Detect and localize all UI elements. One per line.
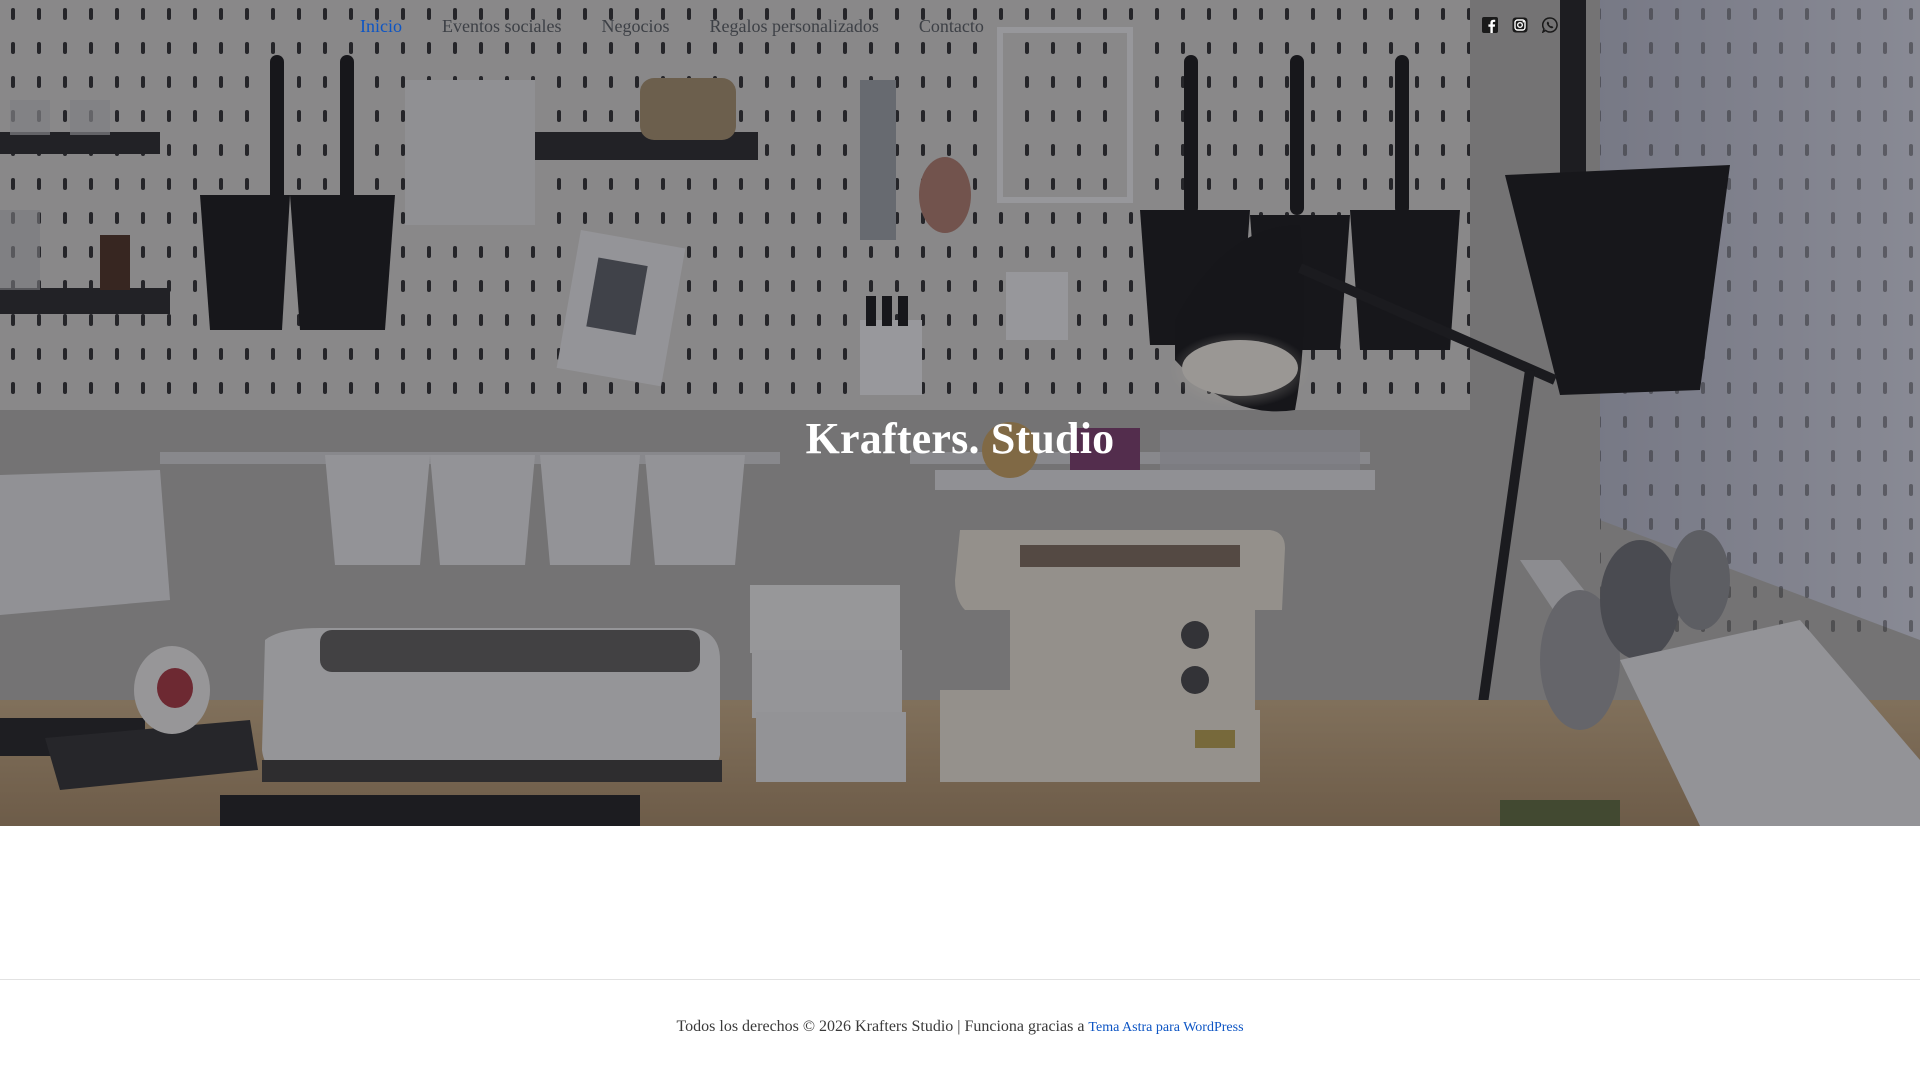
social-icons xyxy=(1482,17,1572,33)
main-navigation: Inicio Eventos sociales Negocios Regalos… xyxy=(360,12,1024,40)
hero-banner: Krafters. Studio xyxy=(0,0,1920,826)
site-footer: Todos los derechos © 2026 Krafters Studi… xyxy=(0,1018,1920,1036)
instagram-icon[interactable] xyxy=(1512,17,1528,33)
nav-item-contacto[interactable]: Contacto xyxy=(919,16,984,37)
nav-item-regalos-personalizados[interactable]: Regalos personalizados xyxy=(709,16,878,37)
nav-item-inicio[interactable]: Inicio xyxy=(360,16,402,37)
whatsapp-icon[interactable] xyxy=(1542,17,1558,33)
hero-title: Krafters. Studio xyxy=(805,414,1115,464)
nav-item-negocios[interactable]: Negocios xyxy=(601,16,669,37)
facebook-icon[interactable] xyxy=(1482,17,1498,33)
nav-item-eventos-sociales[interactable]: Eventos sociales xyxy=(442,16,561,37)
theme-link[interactable]: Tema Astra para WordPress xyxy=(1088,1020,1243,1035)
copyright-text: Todos los derechos © 2026 Krafters Studi… xyxy=(676,1018,1089,1035)
footer-divider xyxy=(0,979,1920,980)
site-header: Inicio Eventos sociales Negocios Regalos… xyxy=(0,0,1920,54)
